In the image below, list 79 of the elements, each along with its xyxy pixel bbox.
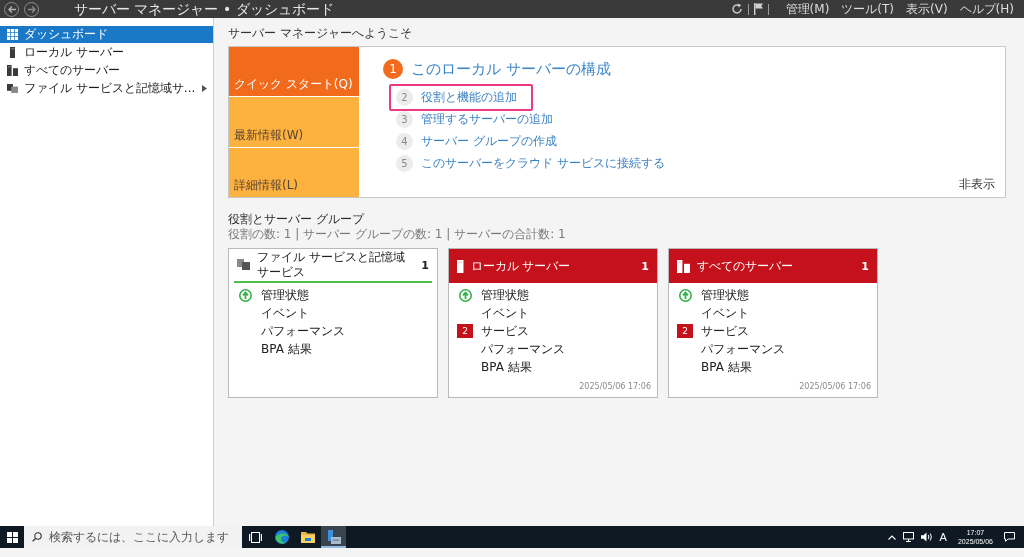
- menu-item[interactable]: ツール(T): [841, 0, 895, 18]
- tile-count: 1: [861, 259, 869, 273]
- step-number: 1: [383, 59, 403, 79]
- ime-indicator[interactable]: A: [939, 531, 947, 543]
- task-number: 3: [396, 111, 413, 128]
- refresh-icon[interactable]: [730, 3, 743, 15]
- timestamp: 2025/05/06 17:06: [579, 382, 652, 393]
- monitor-icon[interactable]: [902, 532, 914, 542]
- tile-item[interactable]: 管理状態: [481, 287, 529, 303]
- tile-count: 1: [421, 258, 429, 272]
- tile-item[interactable]: サービス: [701, 323, 749, 339]
- up-arrow-circle-icon: [238, 288, 252, 302]
- swirl-icon: [274, 530, 289, 544]
- tile-item[interactable]: イベント: [481, 305, 529, 321]
- sidebar-item[interactable]: ダッシュボード: [0, 26, 213, 43]
- roles-summary: 役割の数: 1 | サーバー グループの数: 1 | サーバーの合計数: 1: [228, 227, 567, 242]
- right-arrow-icon: [27, 5, 36, 13]
- tile-item[interactable]: 管理状態: [701, 287, 749, 303]
- windows-logo-icon: [6, 531, 18, 543]
- tile-header[interactable]: ファイル サービスと記憶域サービス 1: [234, 249, 432, 283]
- task-link[interactable]: このサーバーをクラウド サービスに接続する: [421, 156, 665, 171]
- tile-item[interactable]: イベント: [261, 305, 309, 321]
- up-arrow-circle-icon: [678, 288, 692, 302]
- tile-count: 1: [641, 259, 649, 273]
- caret-up-icon[interactable]: [887, 534, 896, 540]
- tile-title: すべてのサーバー: [697, 258, 794, 274]
- left-arrow-icon: [7, 5, 16, 13]
- tile-item[interactable]: BPA 結果: [261, 341, 312, 357]
- tile-item[interactable]: BPA 結果: [701, 359, 752, 375]
- servers-icon: [677, 259, 690, 273]
- menu-item[interactable]: 表示(V): [906, 0, 948, 18]
- tile-item[interactable]: BPA 結果: [481, 359, 532, 375]
- task-link[interactable]: サーバー グループの作成: [421, 134, 557, 149]
- quick-start-tab[interactable]: 詳細情報(L): [229, 147, 359, 197]
- task-number: 2: [396, 89, 413, 106]
- section-title: このローカル サーバーの構成: [411, 59, 611, 79]
- tile-title: ローカル サーバー: [470, 258, 572, 274]
- server-toolbox-icon: [326, 530, 341, 544]
- speech-bubble-icon[interactable]: [1004, 532, 1015, 542]
- flag-icon[interactable]: [753, 3, 763, 15]
- tile-item[interactable]: パフォーマンス: [481, 341, 565, 357]
- tile-header[interactable]: ローカル サーバー 1: [449, 249, 657, 283]
- speaker-icon[interactable]: [920, 532, 933, 542]
- task-number: 4: [396, 133, 413, 150]
- menu-item[interactable]: ヘルプ(H): [959, 0, 1014, 18]
- tile-item[interactable]: パフォーマンス: [261, 323, 345, 339]
- sidebar-item[interactable]: すべてのサーバー: [0, 62, 213, 79]
- tile-item[interactable]: 管理状態: [261, 287, 309, 303]
- menu-item[interactable]: 管理(M): [785, 0, 830, 18]
- count-badge: 2: [457, 324, 473, 338]
- task-link[interactable]: 役割と機能の追加: [421, 90, 517, 105]
- task-number: 5: [396, 155, 413, 172]
- servers-icon: [7, 65, 18, 76]
- task-view-icon: [249, 531, 262, 543]
- window-title: サーバー マネージャー • ダッシュボード: [74, 0, 334, 18]
- tile-item[interactable]: イベント: [701, 305, 749, 321]
- task-link[interactable]: 管理するサーバーの追加: [421, 112, 553, 127]
- search-field[interactable]: 検索するには、ここに入力します: [24, 526, 242, 548]
- tile-item[interactable]: パフォーマンス: [701, 341, 785, 357]
- count-badge: 2: [677, 324, 693, 338]
- server-icon: [457, 259, 464, 273]
- tile-title: ファイル サービスと記憶域サービス: [257, 250, 406, 280]
- quick-start-tab[interactable]: 最新情報(W): [229, 97, 359, 147]
- grid-icon: [7, 29, 18, 40]
- welcome-heading: サーバー マネージャーへようこそ: [228, 26, 413, 41]
- storage-icon: [237, 259, 250, 271]
- section-heading: 役割とサーバー グループ: [228, 212, 366, 227]
- search-icon: [32, 532, 42, 542]
- sidebar-item[interactable]: ローカル サーバー: [0, 44, 213, 61]
- hide-link[interactable]: 非表示: [959, 177, 995, 192]
- tile-header[interactable]: すべてのサーバー 1: [669, 249, 877, 283]
- storage-icon: [7, 83, 18, 94]
- timestamp: 2025/05/06 17:06: [799, 382, 872, 393]
- up-arrow-circle-icon: [458, 288, 472, 302]
- server-icon: [9, 47, 16, 58]
- sidebar-item[interactable]: ファイル サービスと記憶域サ...: [0, 80, 213, 97]
- folder-icon: [300, 531, 315, 543]
- tile-item[interactable]: サービス: [481, 323, 529, 339]
- expand-arrow-icon[interactable]: [202, 85, 207, 92]
